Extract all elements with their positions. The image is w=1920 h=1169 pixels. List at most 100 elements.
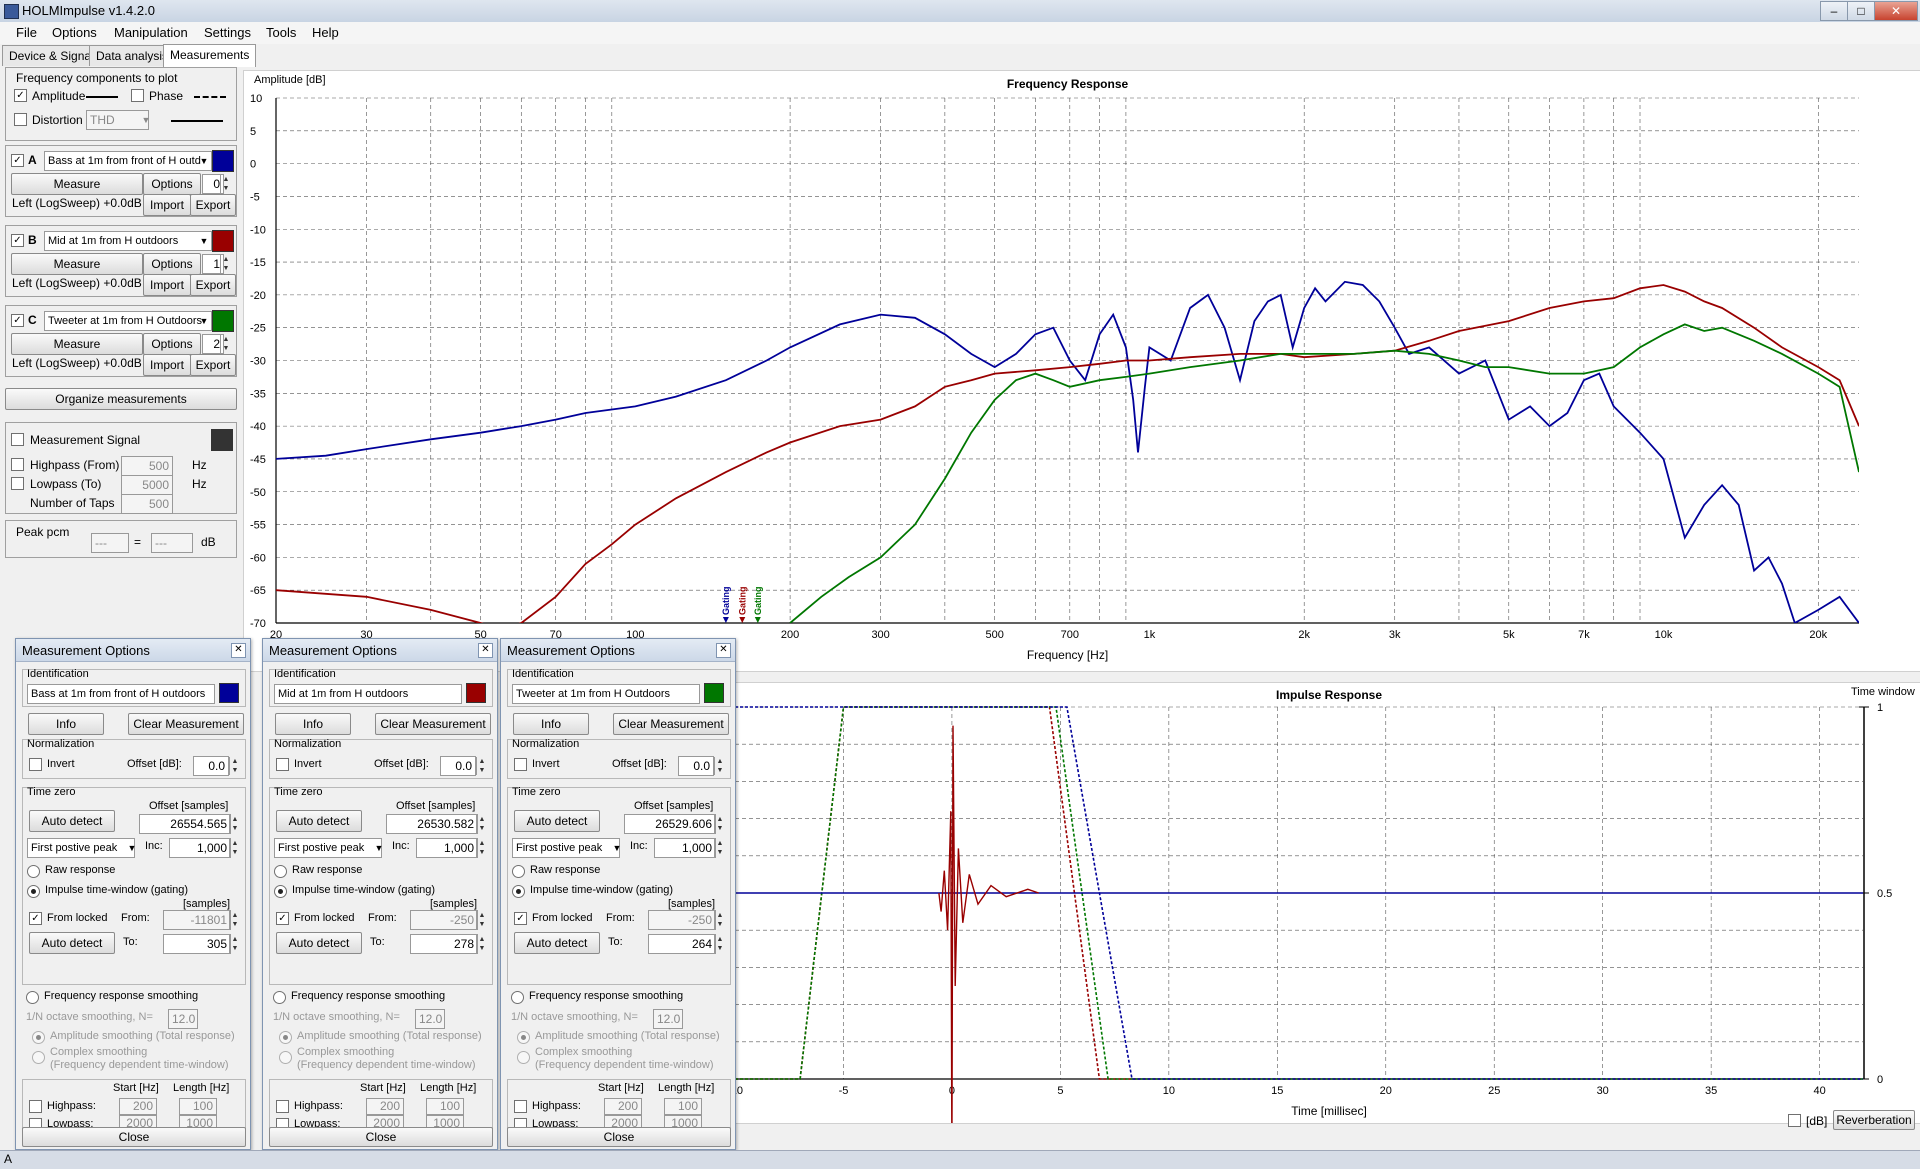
maximize-icon[interactable]: □ <box>1847 1 1875 21</box>
dialog-close-button[interactable]: Close <box>507 1127 731 1147</box>
measurement-name-select[interactable]: Tweeter at 1m from H Outdoors <box>44 311 212 331</box>
auto-detect-offset-button[interactable]: Auto detect <box>276 810 362 832</box>
hp-start-input[interactable]: 200 <box>119 1098 157 1115</box>
offset-samples-spinner-icon[interactable]: ▲ ▼ <box>714 815 725 833</box>
menu-help[interactable]: Help <box>312 25 339 40</box>
dialog-color-swatch[interactable] <box>219 683 239 703</box>
offset-db-input[interactable]: 0.0 <box>193 756 229 776</box>
raw-response-radio[interactable] <box>512 865 525 878</box>
identification-input[interactable]: Tweeter at 1m from H Outdoors <box>512 684 700 704</box>
lowpass-checkbox[interactable] <box>11 477 24 490</box>
octave-input[interactable]: 12.0 <box>415 1009 445 1029</box>
complex-smoothing-radio[interactable] <box>517 1051 530 1064</box>
gating-radio[interactable] <box>512 885 525 898</box>
inc-spinner-icon[interactable]: ▲ ▼ <box>714 839 725 857</box>
inc-spinner-icon[interactable]: ▲ ▼ <box>476 839 487 857</box>
tab-device-signal[interactable]: Device & Signal <box>2 45 101 66</box>
signal-color-swatch[interactable] <box>211 429 233 451</box>
to-input[interactable]: 264 <box>648 934 716 954</box>
offset-samples-spinner-icon[interactable]: ▲ ▼ <box>229 815 240 833</box>
smoothing-radio[interactable] <box>511 991 524 1004</box>
auto-detect-window-button[interactable]: Auto detect <box>29 932 115 954</box>
from-locked-checkbox[interactable]: ✓ <box>276 912 289 925</box>
peak-mode-select[interactable]: First postive peak <box>27 838 135 858</box>
measurement-enable-checkbox[interactable]: ✓ <box>11 314 24 327</box>
hp-length-input[interactable]: 100 <box>664 1098 702 1115</box>
organize-measurements-button[interactable]: Organize measurements <box>5 388 237 410</box>
offset-db-input[interactable]: 0.0 <box>678 756 714 776</box>
dialog-close-button[interactable]: Close <box>269 1127 493 1147</box>
gating-radio[interactable] <box>27 885 40 898</box>
raw-response-radio[interactable] <box>274 865 287 878</box>
dialog-close-button[interactable]: Close <box>22 1127 246 1147</box>
peak-mode-select[interactable]: First postive peak <box>274 838 382 858</box>
clear-measurement-button[interactable]: Clear Measurement <box>375 713 491 735</box>
offset-samples-input[interactable]: 26530.582 <box>386 814 478 834</box>
offset-samples-input[interactable]: 26554.565 <box>139 814 231 834</box>
measure-button[interactable]: Measure <box>11 173 143 195</box>
dialog-color-swatch[interactable] <box>466 683 486 703</box>
measure-button[interactable]: Measure <box>11 253 143 275</box>
export-button[interactable]: Export <box>190 354 236 376</box>
from-input[interactable]: -250 <box>410 910 478 930</box>
hp-length-input[interactable]: 100 <box>179 1098 217 1115</box>
octave-input[interactable]: 12.0 <box>168 1009 198 1029</box>
filter-highpass-checkbox[interactable] <box>29 1100 42 1113</box>
auto-detect-offset-button[interactable]: Auto detect <box>514 810 600 832</box>
close-icon[interactable]: ✕ <box>478 643 493 658</box>
offset-db-spinner-icon[interactable]: ▲ ▼ <box>476 757 487 775</box>
invert-checkbox[interactable] <box>276 758 289 771</box>
gating-radio[interactable] <box>274 885 287 898</box>
index-spinner-icon[interactable]: ▲ ▼ <box>220 335 231 353</box>
to-input[interactable]: 305 <box>163 934 231 954</box>
from-locked-checkbox[interactable]: ✓ <box>29 912 42 925</box>
from-spinner-icon[interactable]: ▲ ▼ <box>229 911 240 929</box>
complex-smoothing-radio[interactable] <box>32 1051 45 1064</box>
offset-db-input[interactable]: 0.0 <box>440 756 476 776</box>
to-spinner-icon[interactable]: ▲ ▼ <box>229 935 240 953</box>
measurement-color-swatch[interactable] <box>212 310 234 332</box>
options-button[interactable]: Options <box>143 173 201 195</box>
export-button[interactable]: Export <box>190 274 236 296</box>
invert-checkbox[interactable] <box>29 758 42 771</box>
taps-input[interactable]: 500 <box>121 494 173 514</box>
from-input[interactable]: -250 <box>648 910 716 930</box>
octave-input[interactable]: 12.0 <box>653 1009 683 1029</box>
measurement-enable-checkbox[interactable]: ✓ <box>11 234 24 247</box>
identification-input[interactable]: Mid at 1m from H outdoors <box>274 684 462 704</box>
from-spinner-icon[interactable]: ▲ ▼ <box>714 911 725 929</box>
offset-db-spinner-icon[interactable]: ▲ ▼ <box>229 757 240 775</box>
auto-detect-window-button[interactable]: Auto detect <box>276 932 362 954</box>
measurement-signal-checkbox[interactable] <box>11 433 24 446</box>
filter-highpass-checkbox[interactable] <box>514 1100 527 1113</box>
phase-checkbox[interactable] <box>131 89 144 102</box>
lowpass-input[interactable]: 5000 <box>121 475 173 495</box>
inc-input[interactable]: 1,000 <box>169 838 231 858</box>
close-icon[interactable]: ✕ <box>1874 1 1918 21</box>
amplitude-smoothing-radio[interactable] <box>517 1031 530 1044</box>
measurement-name-select[interactable]: Bass at 1m from front of H outd <box>44 151 212 171</box>
from-locked-checkbox[interactable]: ✓ <box>514 912 527 925</box>
highpass-checkbox[interactable] <box>11 458 24 471</box>
smoothing-radio[interactable] <box>26 991 39 1004</box>
to-spinner-icon[interactable]: ▲ ▼ <box>476 935 487 953</box>
inc-spinner-icon[interactable]: ▲ ▼ <box>229 839 240 857</box>
inc-input[interactable]: 1,000 <box>654 838 716 858</box>
close-icon[interactable]: ✕ <box>231 643 246 658</box>
minimize-icon[interactable]: – <box>1820 1 1848 21</box>
measurement-enable-checkbox[interactable]: ✓ <box>11 154 24 167</box>
amplitude-smoothing-radio[interactable] <box>279 1031 292 1044</box>
import-button[interactable]: Import <box>143 354 191 376</box>
export-button[interactable]: Export <box>190 194 236 216</box>
impulse-response-chart[interactable]: Impulse Response Time window Time [millise… <box>721 683 1920 1161</box>
import-button[interactable]: Import <box>143 274 191 296</box>
clear-measurement-button[interactable]: Clear Measurement <box>613 713 729 735</box>
offset-db-spinner-icon[interactable]: ▲ ▼ <box>714 757 725 775</box>
offset-samples-spinner-icon[interactable]: ▲ ▼ <box>476 815 487 833</box>
dialog-color-swatch[interactable] <box>704 683 724 703</box>
db-checkbox[interactable] <box>1788 1114 1801 1127</box>
identification-input[interactable]: Bass at 1m from front of H outdoors <box>27 684 215 704</box>
import-button[interactable]: Import <box>143 194 191 216</box>
menu-manipulation[interactable]: Manipulation <box>114 25 188 40</box>
measurement-color-swatch[interactable] <box>212 150 234 172</box>
